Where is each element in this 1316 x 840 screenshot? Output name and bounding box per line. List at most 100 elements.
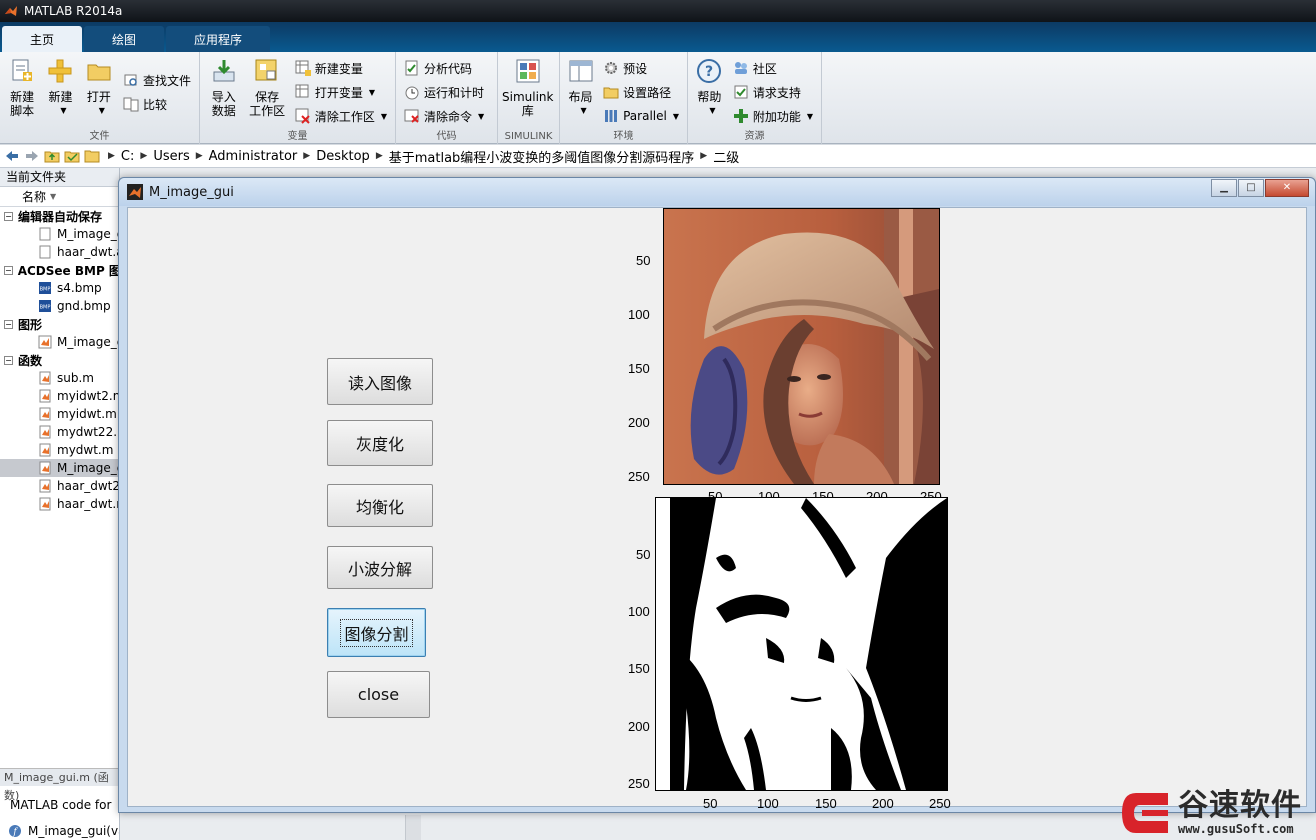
tree-file-item[interactable]: M_image_gui.m bbox=[0, 459, 119, 477]
gui-titlebar: M_image_gui ▁ □ ✕ bbox=[119, 178, 1315, 206]
dropdown-arrow-icon: ▼ bbox=[380, 111, 387, 121]
gui-title: M_image_gui bbox=[149, 184, 234, 200]
breadcrumb-separator: ▶ bbox=[140, 151, 148, 161]
find-files-button[interactable]: 查找文件 bbox=[123, 68, 191, 92]
clear-workspace-label: 清除工作区 bbox=[314, 109, 375, 124]
ribbon-group-file: 新建 脚本 新建 ▼ 打开 ▼ 查找文件 比较 文件 bbox=[0, 52, 200, 144]
maximize-button[interactable]: □ bbox=[1238, 179, 1264, 197]
tree-file-item[interactable]: sub.m bbox=[0, 369, 119, 387]
dropdown-arrow-icon: ▼ bbox=[672, 111, 679, 121]
tree-file-item[interactable]: M_image_gui.fig bbox=[0, 333, 119, 351]
tree-group[interactable]: − 图形 bbox=[0, 315, 119, 333]
breadcrumb-item[interactable]: Desktop bbox=[316, 149, 370, 164]
back-arrow-icon[interactable] bbox=[4, 148, 20, 164]
tree-file-label: myidwt.m bbox=[57, 407, 117, 421]
watermark-url: www.gusuSoft.com bbox=[1178, 821, 1294, 836]
details-function[interactable]: f M_image_gui(varargin) bbox=[8, 824, 119, 838]
close-window-button[interactable]: ✕ bbox=[1265, 179, 1309, 197]
collapse-icon[interactable]: − bbox=[4, 355, 13, 365]
equalize-button[interactable]: 均衡化 bbox=[327, 484, 433, 527]
tree-file-item[interactable]: myidwt.m bbox=[0, 405, 119, 423]
axes1-ytick: 200 bbox=[628, 415, 650, 430]
tab-plots[interactable]: 绘图 bbox=[84, 26, 165, 52]
breadcrumb-item[interactable]: 二级 bbox=[713, 147, 739, 166]
collapse-icon[interactable]: − bbox=[4, 319, 13, 329]
minimize-button[interactable]: ▁ bbox=[1211, 179, 1237, 197]
axes2-ytick: 250 bbox=[628, 776, 650, 791]
dropdown-arrow-icon: ▼ bbox=[709, 106, 716, 115]
clear-workspace-button[interactable]: 清除工作区 ▼ bbox=[295, 104, 387, 128]
breadcrumb-separator: ▶ bbox=[375, 151, 383, 161]
axes2-xtick: 50 bbox=[703, 796, 718, 811]
tab-apps[interactable]: 应用程序 bbox=[166, 26, 271, 52]
read-image-button[interactable]: 读入图像 bbox=[327, 358, 433, 405]
breadcrumb-item[interactable]: Administrator bbox=[209, 149, 298, 164]
folder-icon bbox=[84, 150, 100, 163]
dropdown-arrow-icon: ▼ bbox=[60, 106, 67, 115]
gui-figure-window: M_image_gui ▁ □ ✕ 读入图像 灰度化 均衡化 小波分解 图像分割… bbox=[118, 177, 1316, 813]
collapse-icon[interactable]: − bbox=[4, 211, 13, 221]
tree-file-item[interactable]: BMP gnd.bmp bbox=[0, 297, 119, 315]
compare-button[interactable]: 比较 bbox=[123, 92, 191, 116]
close-gui-button[interactable]: close bbox=[327, 671, 430, 718]
mfile-icon bbox=[39, 443, 51, 457]
breadcrumb-item[interactable]: Users bbox=[153, 149, 189, 164]
tree-group[interactable]: − 函数 bbox=[0, 351, 119, 369]
open-variable-button[interactable]: 打开变量 ▼ bbox=[295, 80, 387, 104]
tree-file-item[interactable]: mydwt.m bbox=[0, 441, 119, 459]
up-folder-icon[interactable] bbox=[44, 148, 60, 164]
tree-group[interactable]: −ACDSee BMP 图像 bbox=[0, 261, 119, 279]
collapse-icon[interactable]: − bbox=[4, 265, 13, 275]
community-button[interactable]: 社区 bbox=[733, 56, 813, 80]
image-segmentation-button[interactable]: 图像分割 bbox=[327, 608, 426, 657]
axes2-ytick: 150 bbox=[628, 661, 650, 676]
group-label-code: 代码 bbox=[436, 131, 457, 142]
tab-home[interactable]: 主页 bbox=[2, 26, 83, 52]
tree-file-item[interactable]: haar_dwt2.m bbox=[0, 477, 119, 495]
new-script-icon bbox=[12, 59, 33, 81]
new-variable-button[interactable]: 新建变量 bbox=[295, 56, 387, 80]
tree-file-label: haar_dwt.asv bbox=[57, 245, 119, 259]
tree-file-item[interactable]: mydwt22.m bbox=[0, 423, 119, 441]
wavelet-decompose-button[interactable]: 小波分解 bbox=[327, 546, 433, 589]
forward-arrow-icon[interactable] bbox=[24, 148, 40, 164]
support-icon bbox=[734, 85, 748, 99]
breadcrumb-item[interactable]: 基于matlab编程小波变换的多阈值图像分割源码程序 bbox=[389, 147, 695, 166]
ribbon-group-environment: 布局 ▼ 预设 设置路径 Parallel ▼ 环境 bbox=[560, 52, 688, 144]
gusu-logo-icon bbox=[1122, 792, 1168, 833]
tree-file-item[interactable]: myidwt2.m bbox=[0, 387, 119, 405]
tree-group[interactable]: − 编辑器自动保存 bbox=[0, 207, 119, 225]
tree-file-label: haar_dwt2.m bbox=[57, 479, 120, 493]
breadcrumb-item[interactable]: C: bbox=[121, 149, 134, 164]
parallel-button[interactable]: Parallel ▼ bbox=[603, 104, 679, 128]
tree-file-item[interactable]: M_image_gui bbox=[0, 225, 119, 243]
current-folder-panel: 当前文件夹 名称 ▼ −编辑器自动保存M_image_guihaar_dwt.a… bbox=[0, 168, 120, 840]
axes2-ytick: 100 bbox=[628, 604, 650, 619]
axes1-ytick: 150 bbox=[628, 361, 650, 376]
add-ons-label: 附加功能 bbox=[752, 109, 801, 124]
tree-group-label: 图形 bbox=[18, 317, 43, 332]
layout-label: 布局 bbox=[568, 90, 593, 104]
ribbon-group-code: 分析代码 运行和计时 清除命令 ▼ 代码 bbox=[396, 52, 498, 144]
grayscale-button[interactable]: 灰度化 bbox=[327, 420, 433, 466]
breadcrumb-separator: ▶ bbox=[700, 151, 708, 161]
tree-file-item[interactable]: haar_dwt.m bbox=[0, 495, 119, 513]
community-label: 社区 bbox=[752, 61, 777, 76]
run-and-time-button[interactable]: 运行和计时 bbox=[404, 80, 484, 104]
browse-folder-icon[interactable] bbox=[64, 148, 80, 164]
tree-file-item[interactable]: haar_dwt.asv bbox=[0, 243, 119, 261]
set-path-button[interactable]: 设置路径 bbox=[603, 80, 679, 104]
group-label-variable: 变量 bbox=[287, 131, 308, 142]
blank-file-icon bbox=[39, 227, 51, 241]
analyze-code-button[interactable]: 分析代码 bbox=[404, 56, 484, 80]
dropdown-arrow-icon: ▼ bbox=[98, 106, 105, 115]
clear-commands-button[interactable]: 清除命令 ▼ bbox=[404, 104, 484, 128]
preferences-button[interactable]: 预设 bbox=[603, 56, 679, 80]
details-scrollbar[interactable] bbox=[405, 815, 421, 840]
tree-file-item[interactable]: BMP s4.bmp bbox=[0, 279, 119, 297]
request-support-button[interactable]: 请求支持 bbox=[733, 80, 813, 104]
add-ons-button[interactable]: 附加功能 ▼ bbox=[733, 104, 813, 128]
name-column-header[interactable]: 名称 ▼ bbox=[0, 187, 119, 207]
blank-file-icon bbox=[39, 245, 51, 259]
axes1-ytick: 250 bbox=[628, 469, 650, 484]
